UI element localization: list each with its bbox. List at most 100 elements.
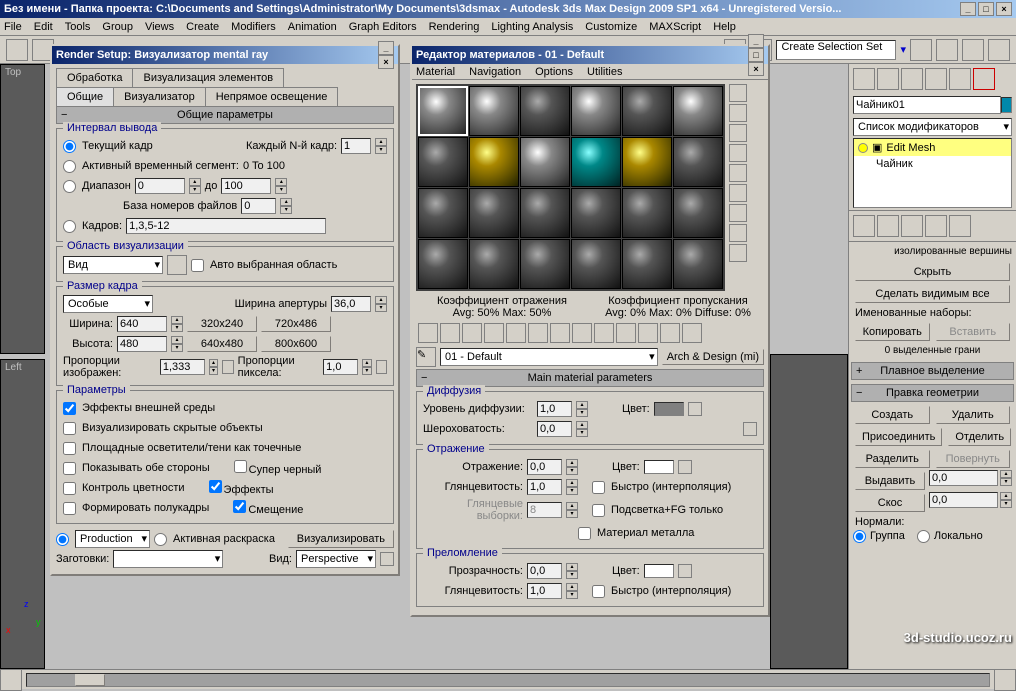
mat-slot-12[interactable]	[673, 137, 723, 187]
pick-material-icon[interactable]: ✎	[416, 347, 436, 367]
render-dialog-title[interactable]: Render Setup: Визуализатор mental ray _ …	[52, 46, 398, 64]
mat-slot-3[interactable]	[520, 86, 570, 136]
mat-min-icon[interactable]: _	[748, 34, 764, 48]
rollout-edit-geometry[interactable]: −Правка геометрии	[851, 384, 1014, 402]
chk-metal[interactable]	[578, 527, 591, 540]
render-min-icon[interactable]: _	[378, 41, 394, 55]
view-lock-icon[interactable]	[380, 552, 394, 566]
chk-refr-fast[interactable]	[592, 585, 605, 598]
mat-close-icon[interactable]: ×	[748, 62, 764, 76]
roughness-input[interactable]	[537, 421, 572, 437]
mat-map-nav-icon[interactable]	[729, 244, 747, 262]
preset-800x600[interactable]: 800x600	[261, 336, 331, 352]
menu-views[interactable]: Views	[145, 21, 174, 33]
mat-slot-6[interactable]	[673, 86, 723, 136]
width-input[interactable]	[117, 316, 167, 332]
make-unique-stack-icon[interactable]	[901, 215, 923, 237]
bevel-button[interactable]: Скос	[855, 494, 925, 512]
selection-set-dropdown[interactable]: Create Selection Set	[776, 40, 896, 60]
radio-active-segment[interactable]	[63, 160, 76, 173]
options-icon[interactable]	[729, 204, 747, 222]
make-copy-icon[interactable]	[506, 323, 526, 343]
mat-slot-18[interactable]	[673, 188, 723, 238]
mat-slot-19[interactable]	[418, 239, 468, 289]
mirror-icon[interactable]	[962, 39, 984, 61]
bevel-spinner[interactable]: ▴▾	[1000, 492, 1012, 508]
chk-highlights-fg[interactable]	[592, 504, 605, 517]
refr-gloss-input[interactable]	[527, 583, 562, 599]
transparency-input[interactable]	[527, 563, 562, 579]
mat-slot-1[interactable]	[418, 86, 468, 136]
undo-icon[interactable]	[6, 39, 28, 61]
menu-group[interactable]: Group	[102, 21, 133, 33]
menu-edit[interactable]: Edit	[34, 21, 53, 33]
width-spinner[interactable]: ▴▾	[171, 316, 183, 332]
mat-slot-7[interactable]	[418, 137, 468, 187]
chk-displacement[interactable]	[233, 500, 246, 513]
refl-map-icon[interactable]	[678, 460, 692, 474]
roughness-spinner[interactable]: ▴▾	[576, 421, 588, 437]
view-dropdown[interactable]: Perspective	[296, 550, 376, 568]
mat-slot-22[interactable]	[571, 239, 621, 289]
mat-slot-20[interactable]	[469, 239, 519, 289]
tab-common[interactable]: Общие	[56, 87, 114, 106]
refl-spinner[interactable]: ▴▾	[566, 459, 578, 475]
mat-menu-utilities[interactable]: Utilities	[587, 66, 622, 78]
mat-slot-17[interactable]	[622, 188, 672, 238]
tab-processing[interactable]: Обработка	[56, 68, 133, 87]
region-icon[interactable]	[167, 255, 187, 275]
chk-hidden[interactable]	[63, 422, 76, 435]
radio-normal-local[interactable]	[917, 530, 930, 543]
object-color-swatch[interactable]	[1001, 97, 1012, 113]
menu-create[interactable]: Create	[186, 21, 219, 33]
range-from-input[interactable]	[135, 178, 185, 194]
menu-animation[interactable]: Animation	[288, 21, 337, 33]
viewport-perspective[interactable]	[770, 354, 848, 669]
mat-menu-navigation[interactable]: Navigation	[469, 66, 521, 78]
auto-region-checkbox[interactable]	[191, 259, 204, 272]
object-name-input[interactable]	[853, 96, 1001, 114]
transp-spinner[interactable]: ▴▾	[566, 563, 578, 579]
img-aspect-input[interactable]	[160, 359, 205, 375]
extrude-spinner[interactable]: ▴▾	[1000, 470, 1012, 486]
height-spinner[interactable]: ▴▾	[171, 336, 183, 352]
put-to-lib-icon[interactable]	[550, 323, 570, 343]
settings-icon[interactable]	[682, 323, 702, 343]
show-in-vp-icon[interactable]	[594, 323, 614, 343]
modifier-edit-mesh[interactable]: ▣Edit Mesh	[854, 139, 1011, 156]
mat-slot-2[interactable]	[469, 86, 519, 136]
minimize-button[interactable]: _	[960, 2, 976, 16]
put-to-scene-icon[interactable]	[440, 323, 460, 343]
mat-slot-21[interactable]	[520, 239, 570, 289]
mat-slot-8[interactable]	[469, 137, 519, 187]
mat-slot-9[interactable]	[520, 137, 570, 187]
rollout-soft-selection[interactable]: +Плавное выделение	[851, 362, 1014, 380]
display-panel-icon[interactable]	[949, 68, 971, 90]
reset-map-icon[interactable]	[484, 323, 504, 343]
aperture-spinner[interactable]: ▴▾	[375, 296, 387, 312]
mat-slot-15[interactable]	[520, 188, 570, 238]
file-base-spinner[interactable]: ▴▾	[280, 198, 292, 214]
aperture-input[interactable]	[331, 296, 371, 312]
chk-fast-interp[interactable]	[592, 481, 605, 494]
range-to-spinner[interactable]: ▴▾	[275, 178, 287, 194]
detach-button[interactable]: Отделить	[948, 428, 1011, 446]
radio-frames[interactable]	[63, 220, 76, 233]
preset-720x486[interactable]: 720x486	[261, 316, 331, 332]
pix-aspect-input[interactable]	[323, 359, 358, 375]
time-slider[interactable]	[26, 673, 990, 687]
backlight-icon[interactable]	[729, 104, 747, 122]
chk-superblack[interactable]	[234, 460, 247, 473]
select-by-mat-icon[interactable]	[729, 224, 747, 242]
menu-maxscript[interactable]: MAXScript	[649, 21, 701, 33]
preset-dropdown[interactable]	[113, 550, 223, 568]
mat-slot-13[interactable]	[418, 188, 468, 238]
height-input[interactable]	[117, 336, 167, 352]
img-aspect-spinner[interactable]: ▴▾	[209, 359, 218, 375]
video-color-icon[interactable]	[729, 164, 747, 182]
assign-to-sel-icon[interactable]	[462, 323, 482, 343]
viewport-top[interactable]: Top	[0, 64, 45, 354]
file-base-input[interactable]	[241, 198, 276, 214]
create-panel-icon[interactable]	[853, 68, 875, 90]
refr-color-swatch[interactable]	[644, 564, 674, 578]
